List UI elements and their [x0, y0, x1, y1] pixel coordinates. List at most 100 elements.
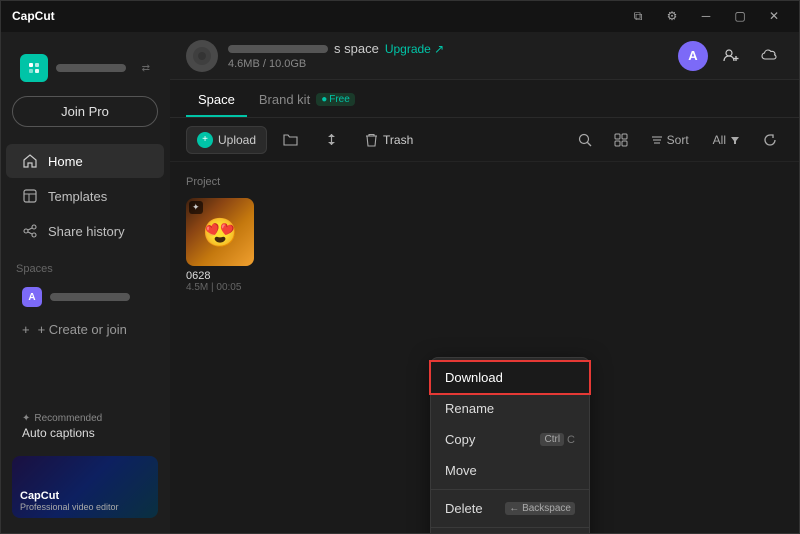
copy-shortcut: Ctrl C: [540, 433, 575, 446]
home-icon: [22, 153, 38, 169]
context-menu: Download Rename Copy Ctrl C Move: [430, 357, 590, 534]
user-section[interactable]: ⇄: [12, 48, 158, 88]
project-card[interactable]: ✦ 😍 0628 4.5M | 00:05: [186, 198, 254, 293]
minimize-button[interactable]: ─: [692, 2, 720, 30]
sort-order-button[interactable]: [314, 127, 349, 152]
header-actions: A: [678, 41, 784, 71]
context-menu-delete[interactable]: Delete ← Backspace: [431, 493, 589, 524]
sidebar: ⇄ Join Pro Home: [0, 32, 170, 534]
folder-button[interactable]: [273, 127, 308, 152]
move-label: Move: [445, 463, 477, 478]
filter-label: All: [713, 133, 726, 147]
user-name-blurred: [56, 64, 126, 72]
sidebar-item-templates[interactable]: Templates: [6, 179, 164, 213]
upload-icon: +: [197, 132, 213, 148]
brand-kit-badge-text: Free: [329, 94, 350, 105]
copy-label: Copy: [445, 432, 475, 447]
header-space-avatar: [186, 40, 218, 72]
sidebar-bottom: ✦ Recommended Auto captions CapCut Profe…: [0, 397, 170, 526]
app-logo: CapCut: [12, 9, 55, 23]
refresh-button[interactable]: [756, 126, 784, 154]
context-footer-divider: [431, 527, 589, 528]
create-or-join[interactable]: + + Create or join: [6, 315, 164, 344]
promo-title: CapCut: [20, 490, 119, 502]
app-body: ⇄ Join Pro Home: [0, 32, 800, 534]
context-menu-download[interactable]: Download: [431, 362, 589, 393]
sort-label: Sort: [667, 133, 689, 147]
project-badge: ✦: [189, 201, 203, 214]
sidebar-item-home-label: Home: [48, 154, 83, 169]
user-avatar-small: [20, 54, 48, 82]
tab-space-label: Space: [198, 92, 235, 107]
header-storage: 4.6MB / 10.0GB: [228, 58, 444, 70]
brand-kit-dot: ●: [321, 94, 327, 105]
pip-button[interactable]: ⧉: [624, 2, 652, 30]
star-icon: ✦: [22, 413, 30, 424]
sidebar-item-templates-label: Templates: [48, 189, 107, 204]
window-controls: ⧉ ⚙ ─ ▢ ✕: [624, 2, 788, 30]
capcut-promo[interactable]: CapCut Professional video editor: [12, 456, 158, 518]
spaces-label: Spaces: [0, 253, 170, 279]
upload-button[interactable]: + Upload: [186, 126, 267, 154]
create-join-label: + Create or join: [38, 322, 127, 337]
header-left: s space Upgrade ↗ 4.6MB / 10.0GB: [186, 40, 444, 72]
promo-content: CapCut Professional video editor: [20, 490, 119, 512]
upload-label: Upload: [218, 133, 256, 147]
rename-label: Rename: [445, 401, 494, 416]
grid-view-button[interactable]: [607, 126, 635, 154]
main-content: s space Upgrade ↗ 4.6MB / 10.0GB A: [170, 32, 800, 534]
templates-icon: [22, 188, 38, 204]
close-button[interactable]: ✕: [760, 2, 788, 30]
tab-space[interactable]: Space: [186, 84, 247, 117]
sidebar-top: ⇄ Join Pro: [0, 40, 170, 139]
filter-button[interactable]: All: [705, 129, 748, 151]
header-info: s space Upgrade ↗ 4.6MB / 10.0GB: [228, 41, 444, 70]
section-label: Project: [186, 176, 784, 188]
sidebar-item-share-history[interactable]: Share history: [6, 214, 164, 248]
spaces-section: Spaces A + + Create or join: [0, 253, 170, 345]
tab-brand-kit-label: Brand kit: [259, 92, 310, 107]
cloud-icon[interactable]: [754, 41, 784, 71]
sort-button[interactable]: Sort: [643, 129, 697, 151]
create-join-icon: +: [22, 322, 30, 337]
tabs-bar: Space Brand kit ● Free: [170, 80, 800, 118]
maximize-button[interactable]: ▢: [726, 2, 754, 30]
download-label: Download: [445, 370, 503, 385]
upgrade-button[interactable]: Upgrade ↗: [385, 42, 444, 56]
recommended-section: ✦ Recommended Auto captions: [12, 405, 158, 448]
space-name-blurred: [50, 293, 130, 301]
c-key: C: [567, 434, 575, 446]
header-name-row: s space Upgrade ↗: [228, 41, 444, 56]
promo-subtitle: Professional video editor: [20, 502, 119, 512]
project-thumbnail: ✦ 😍: [186, 198, 254, 266]
tab-brand-kit[interactable]: Brand kit ● Free: [247, 84, 367, 117]
header-name-blurred: [228, 45, 328, 53]
trash-button[interactable]: Trash: [355, 128, 423, 152]
search-button[interactable]: [571, 126, 599, 154]
projects-grid: ✦ 😍 0628 4.5M | 00:05: [186, 198, 784, 293]
sidebar-nav: Home Templates: [0, 139, 170, 253]
join-pro-button[interactable]: Join Pro: [12, 96, 158, 127]
space-item[interactable]: A: [6, 280, 164, 314]
space-avatar: A: [22, 287, 42, 307]
add-member-button[interactable]: [716, 41, 746, 71]
delete-label: Delete: [445, 501, 483, 516]
settings-button[interactable]: ⚙: [658, 2, 686, 30]
toolbar-right: Sort All: [571, 126, 784, 154]
ctrl-key: Ctrl: [540, 433, 564, 446]
toolbar-left: + Upload: [186, 126, 423, 154]
title-bar-left: CapCut: [12, 9, 55, 23]
header-user-avatar[interactable]: A: [678, 41, 708, 71]
recommended-title: Auto captions: [22, 426, 148, 440]
context-menu-move[interactable]: Move: [431, 455, 589, 486]
main-header: s space Upgrade ↗ 4.6MB / 10.0GB A: [170, 32, 800, 80]
context-menu-rename[interactable]: Rename: [431, 393, 589, 424]
expand-icon: ⇄: [142, 63, 150, 74]
context-menu-copy[interactable]: Copy Ctrl C: [431, 424, 589, 455]
sidebar-item-home[interactable]: Home: [6, 144, 164, 178]
project-name: 0628: [186, 270, 254, 282]
recommended-label: ✦ Recommended: [22, 413, 148, 424]
header-space-label: s space: [334, 41, 379, 56]
brand-kit-badge: ● Free: [316, 93, 355, 106]
share-icon: [22, 223, 38, 239]
